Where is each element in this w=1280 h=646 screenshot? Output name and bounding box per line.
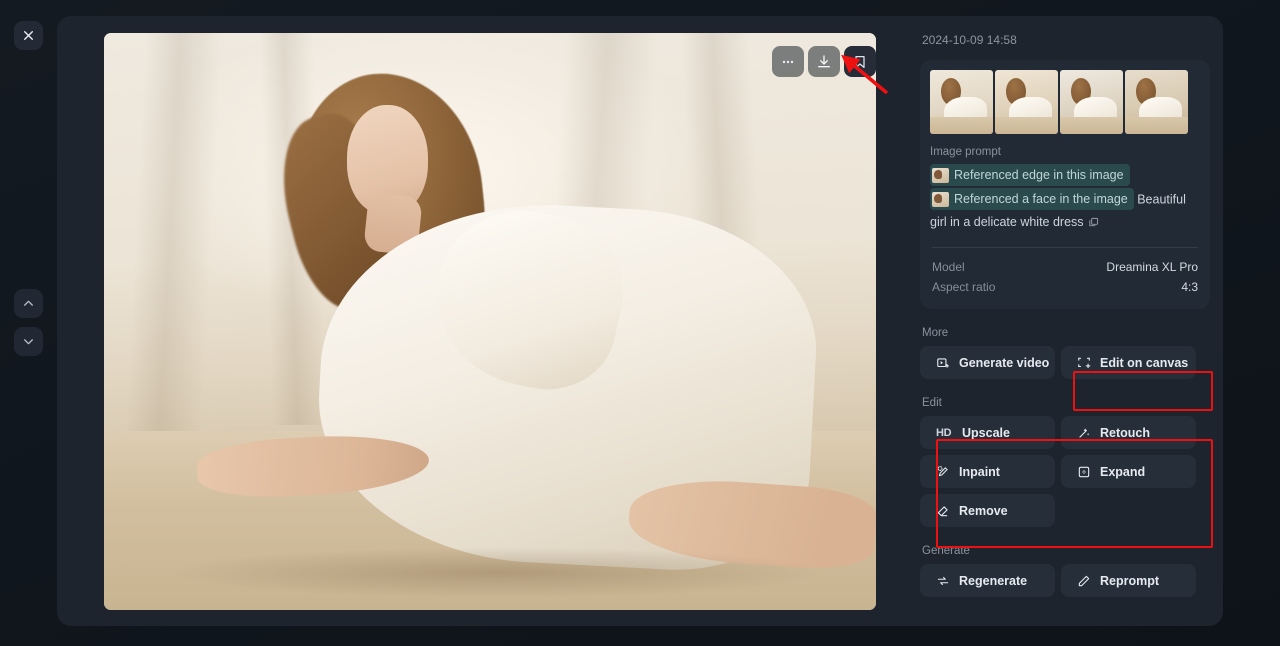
chevron-up-icon [24,300,33,306]
pencil-icon [1078,575,1090,586]
reference-thumbnail-icon [932,191,949,207]
reference-chip-face[interactable]: Referenced a face in the image [930,188,1134,210]
canvas-icon [1078,357,1091,368]
meta-value: Dreamina XL Pro [1106,260,1198,274]
close-button[interactable] [14,21,43,50]
copy-prompt-button[interactable] [1088,214,1099,234]
image-prompt-label: Image prompt [930,146,1001,158]
action-label: Remove [959,503,1008,518]
inpaint-button[interactable]: Inpaint [920,455,1055,488]
action-label: Regenerate [959,573,1028,588]
generation-info-card: Image prompt Referenced edge in this ima… [920,60,1210,309]
remove-button[interactable]: Remove [920,494,1055,527]
variant-thumbnail[interactable] [995,70,1058,134]
details-sidebar: 2024-10-09 14:58 Image prompt Referenced… [920,33,1210,610]
section-label-more: More [922,327,949,339]
section-more-actions: Generate video Edit on canvas [920,346,1210,379]
generate-video-button[interactable]: Generate video [920,346,1055,379]
variant-thumbnail[interactable] [1125,70,1188,134]
meta-key: Model [932,260,965,274]
brush-icon [937,465,948,476]
close-icon [24,31,33,40]
refresh-icon [937,576,949,585]
timestamp: 2024-10-09 14:58 [922,33,1017,47]
edit-on-canvas-button[interactable]: Edit on canvas [1061,346,1196,379]
action-label: Edit on canvas [1100,355,1189,370]
reprompt-button[interactable]: Reprompt [1061,564,1196,597]
edit-grid-spacer [1061,494,1196,527]
regenerate-button[interactable]: Regenerate [920,564,1055,597]
previous-image-button[interactable] [14,289,43,318]
meta-row-model: Model Dreamina XL Pro [930,257,1200,277]
eraser-icon [937,505,948,516]
action-label: Retouch [1100,425,1150,440]
section-label-edit: Edit [922,397,942,409]
next-image-button[interactable] [14,327,43,356]
action-label: Expand [1100,464,1146,479]
ellipsis-icon [782,60,794,63]
hd-icon: HD [936,426,952,439]
variant-thumbnail-strip [930,70,1200,134]
action-label: Inpaint [959,464,1000,479]
image-prompt-body: Referenced edge in this image Referenced… [930,164,1200,234]
more-options-button[interactable] [772,46,804,77]
main-image-viewer[interactable] [104,33,876,610]
action-label: Generate video [959,355,1050,370]
chevron-down-icon [24,339,33,345]
video-icon [937,357,949,368]
section-edit-actions: HD Upscale Retouch Inpaint Expand Remove [920,416,1210,527]
upscale-button[interactable]: HD Upscale [920,416,1055,449]
generated-image [104,33,876,610]
meta-row-aspect-ratio: Aspect ratio 4:3 [930,277,1200,297]
meta-value: 4:3 [1181,280,1198,294]
action-label: Reprompt [1100,573,1160,588]
reference-chip-edge[interactable]: Referenced edge in this image [930,164,1130,186]
meta-key: Aspect ratio [932,280,996,294]
section-label-generate: Generate [922,545,970,557]
section-generate-actions: Regenerate Reprompt [920,564,1210,597]
variant-thumbnail[interactable] [1060,70,1123,134]
divider [932,247,1198,248]
download-icon [818,54,830,67]
wand-icon [1079,427,1090,438]
reference-chip-label: Referenced edge in this image [954,168,1124,182]
app-root: 2024-10-09 14:58 Image prompt Referenced… [0,0,1280,646]
expand-icon [1078,466,1090,477]
variant-thumbnail[interactable] [930,70,993,134]
action-label: Upscale [962,425,1010,440]
image-detail-modal: 2024-10-09 14:58 Image prompt Referenced… [57,16,1223,626]
pointer-arrow [841,54,889,95]
copy-icon [1088,217,1098,227]
reference-thumbnail-icon [932,167,949,183]
retouch-button[interactable]: Retouch [1061,416,1196,449]
image-navigation [14,289,43,356]
expand-button[interactable]: Expand [1061,455,1196,488]
reference-chip-label: Referenced a face in the image [954,192,1128,206]
